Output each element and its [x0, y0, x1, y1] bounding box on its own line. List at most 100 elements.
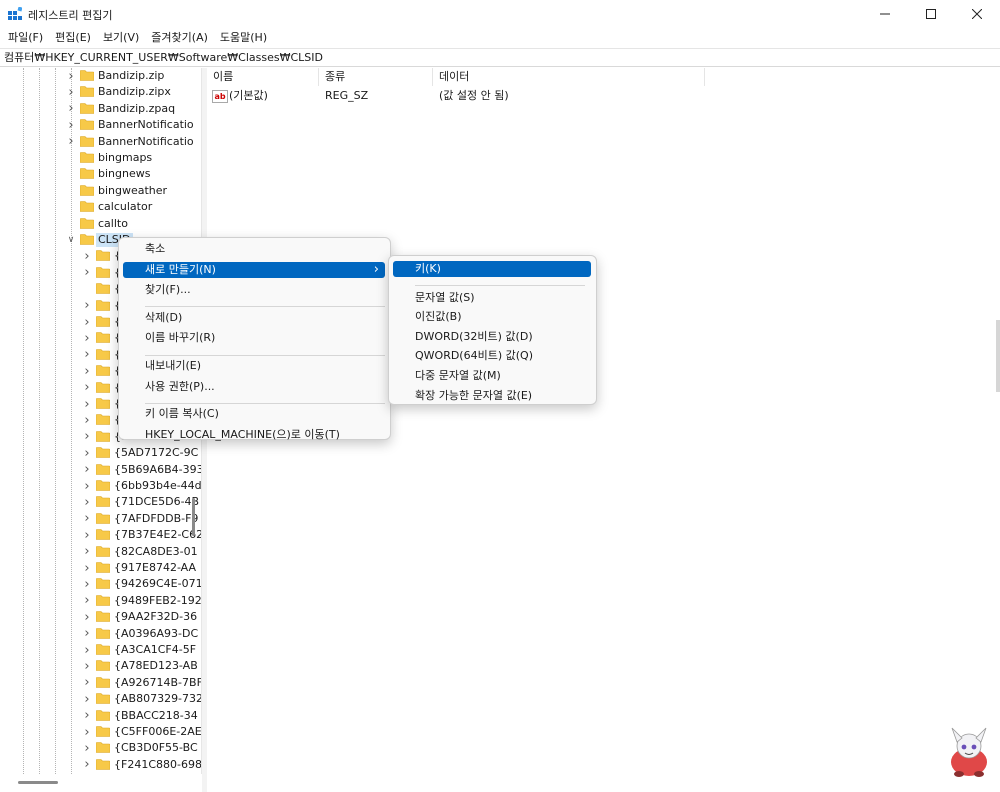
context_menu-item[interactable]: 사용 권한(P)...: [123, 379, 385, 395]
submenu-item[interactable]: 키(K): [393, 261, 591, 277]
submenu-item[interactable]: 다중 문자열 값(M): [393, 368, 591, 384]
submenu-item[interactable]: 확장 가능한 문자열 값(E): [393, 388, 591, 404]
tree-item[interactable]: › {A3CA1CF4-5F: [0, 642, 201, 658]
context_menu-item[interactable]: 키 이름 복사(C): [123, 406, 385, 422]
tree-item[interactable]: › {71DCE5D6-4B: [0, 494, 201, 510]
chevron-right-icon[interactable]: ›: [82, 347, 92, 363]
tree-item[interactable]: › {82CA8DE3-01: [0, 544, 201, 560]
tree-item[interactable]: › BannerNotificatio: [0, 134, 201, 150]
chevron-right-icon[interactable]: ›: [66, 101, 76, 117]
tree-item[interactable]: bingnews: [0, 166, 201, 182]
tree-item[interactable]: › {5B69A6B4-393: [0, 462, 201, 478]
menu-view[interactable]: 보기(V): [97, 28, 145, 48]
chevron-right-icon[interactable]: ›: [82, 626, 92, 642]
chevron-right-icon[interactable]: ›: [82, 527, 92, 543]
tree-item-label: callto: [98, 216, 128, 230]
chevron-right-icon[interactable]: ›: [82, 576, 92, 592]
chevron-right-icon[interactable]: ›: [82, 675, 92, 691]
tree-item[interactable]: bingweather: [0, 183, 201, 199]
tree-item[interactable]: › {BBACC218-34: [0, 708, 201, 724]
tree-item[interactable]: › {A78ED123-AB: [0, 658, 201, 674]
chevron-right-icon[interactable]: ›: [66, 134, 76, 150]
chevron-right-icon[interactable]: ›: [82, 658, 92, 674]
chevron-right-icon[interactable]: ›: [82, 757, 92, 773]
tree-item[interactable]: › {7AFDFDDB-F9: [0, 511, 201, 527]
tree-item[interactable]: › Bandizip.zip: [0, 68, 201, 84]
tree-item[interactable]: › BannerNotificatio: [0, 117, 201, 133]
chevron-right-icon[interactable]: ›: [66, 68, 76, 84]
maximize-button[interactable]: [908, 0, 954, 28]
chevron-right-icon[interactable]: ›: [82, 248, 92, 264]
minimize-button[interactable]: [862, 0, 908, 28]
tree-item[interactable]: calculator: [0, 199, 201, 215]
context_menu-item[interactable]: 찾기(F)...: [123, 282, 385, 298]
chevron-right-icon[interactable]: ›: [82, 544, 92, 560]
tree-item[interactable]: › {A926714B-7BF: [0, 675, 201, 691]
chevron-right-icon[interactable]: ›: [82, 380, 92, 396]
menu-edit[interactable]: 편집(E): [49, 28, 97, 48]
chevron-right-icon[interactable]: ›: [82, 265, 92, 281]
tree-item[interactable]: bingmaps: [0, 150, 201, 166]
chevron-right-icon[interactable]: ›: [82, 511, 92, 527]
tree-item[interactable]: › {7B37E4E2-C62: [0, 527, 201, 543]
context_menu-item[interactable]: 이름 바꾸기(R): [123, 330, 385, 346]
submenu-item[interactable]: 문자열 값(S): [393, 290, 591, 306]
value-row[interactable]: ab (기본값) REG_SZ (값 설정 안 됨): [207, 87, 1000, 105]
chevron-right-icon[interactable]: ›: [82, 330, 92, 346]
chevron-right-icon[interactable]: ›: [82, 462, 92, 478]
address-bar[interactable]: 컴퓨터₩HKEY_CURRENT_USER₩Software₩Classes₩C…: [0, 48, 1000, 67]
context_menu-item[interactable]: 새로 만들기(N) ›: [123, 261, 385, 278]
chevron-right-icon[interactable]: ›: [82, 740, 92, 756]
context_menu-item[interactable]: 축소: [123, 241, 385, 257]
chevron-down-icon[interactable]: ∨: [66, 232, 76, 248]
chevron-right-icon[interactable]: ›: [82, 429, 92, 445]
column-header-type[interactable]: 종류: [319, 68, 433, 86]
tree-item[interactable]: › {6bb93b4e-44d: [0, 478, 201, 494]
tree-item[interactable]: › {F241C880-698: [0, 757, 201, 773]
tree-item[interactable]: › Bandizip.zipx: [0, 84, 201, 100]
tree-horizontal-scrollbar[interactable]: [18, 781, 58, 784]
submenu-item[interactable]: DWORD(32비트) 값(D): [393, 329, 591, 345]
submenu-item[interactable]: QWORD(64비트) 값(Q): [393, 348, 591, 364]
chevron-right-icon[interactable]: ›: [82, 445, 92, 461]
close-button[interactable]: [954, 0, 1000, 28]
context_menu-item[interactable]: 내보내기(E): [123, 358, 385, 374]
context_menu-item[interactable]: HKEY_LOCAL_MACHINE(으)로 이동(T): [123, 427, 385, 443]
chevron-right-icon[interactable]: ›: [82, 298, 92, 314]
menu-favorites[interactable]: 즐겨찾기(A): [145, 28, 214, 48]
tree-item[interactable]: › {5AD7172C-9C: [0, 445, 201, 461]
chevron-right-icon[interactable]: ›: [82, 724, 92, 740]
tree-item[interactable]: › {9AA2F32D-36: [0, 609, 201, 625]
chevron-right-icon[interactable]: ›: [66, 84, 76, 100]
tree-item[interactable]: › {94269C4E-071: [0, 576, 201, 592]
chevron-right-icon[interactable]: ›: [82, 396, 92, 412]
chevron-right-icon[interactable]: ›: [82, 609, 92, 625]
tree-item[interactable]: › {C5FF006E-2AE: [0, 724, 201, 740]
tree-vertical-scrollbar[interactable]: [192, 498, 195, 536]
chevron-right-icon[interactable]: ›: [82, 314, 92, 330]
tree-item[interactable]: › {917E8742-AA: [0, 560, 201, 576]
menu-help[interactable]: 도움말(H): [214, 28, 273, 48]
tree-item[interactable]: › {AB807329-732: [0, 691, 201, 707]
column-header-data[interactable]: 데이터: [433, 68, 705, 86]
tree-item[interactable]: › {CB3D0F55-BC: [0, 740, 201, 756]
tree-item[interactable]: › {9489FEB2-192: [0, 593, 201, 609]
column-header-name[interactable]: 이름: [207, 68, 319, 86]
chevron-right-icon[interactable]: ›: [82, 363, 92, 379]
chevron-right-icon[interactable]: ›: [82, 494, 92, 510]
chevron-right-icon[interactable]: ›: [82, 642, 92, 658]
tree-item[interactable]: › Bandizip.zpaq: [0, 101, 201, 117]
tree-item[interactable]: › {A0396A93-DC: [0, 626, 201, 642]
context_menu-item[interactable]: 삭제(D): [123, 310, 385, 326]
submenu-item[interactable]: 이진값(B): [393, 309, 591, 325]
chevron-right-icon[interactable]: ›: [82, 478, 92, 494]
chevron-right-icon[interactable]: ›: [82, 593, 92, 609]
tree-item-label: BannerNotificatio: [98, 134, 194, 148]
tree-item[interactable]: callto: [0, 216, 201, 232]
chevron-right-icon[interactable]: ›: [82, 708, 92, 724]
menu-file[interactable]: 파일(F): [2, 28, 49, 48]
chevron-right-icon[interactable]: ›: [82, 412, 92, 428]
chevron-right-icon[interactable]: ›: [66, 117, 76, 133]
chevron-right-icon[interactable]: ›: [82, 560, 92, 576]
chevron-right-icon[interactable]: ›: [82, 691, 92, 707]
